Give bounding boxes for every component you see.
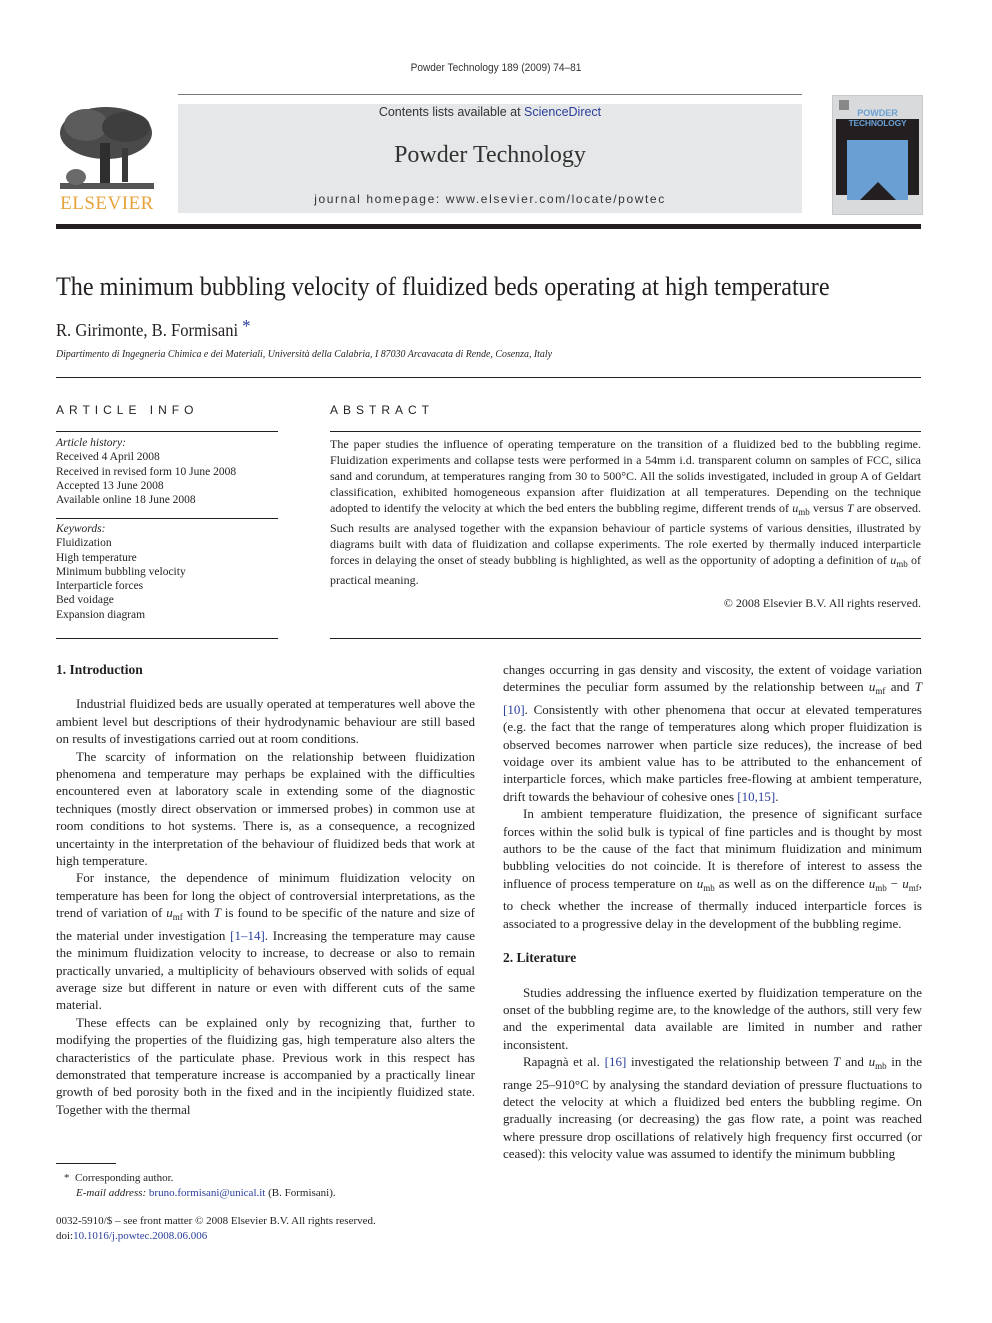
front-matter: 0032-5910/$ – see front matter © 2008 El… [56,1214,376,1244]
article-info-rule-mid [56,518,278,519]
history-revised: Received in revised form 10 June 2008 [56,465,237,478]
history-label: Article history: [56,437,126,449]
contents-line: Contents lists available at ScienceDirec… [178,105,802,119]
history-online: Available online 18 June 2008 [56,494,196,507]
doi-link[interactable]: 10.1016/j.powtec.2008.06.006 [73,1230,207,1242]
section-heading-introduction: 1. Introduction [56,662,143,677]
paragraph: changes occurring in gas density and vis… [503,662,922,804]
keyword: Minimum bubbling velocity [56,565,186,578]
email-link[interactable]: bruno.formisani@unical.it [149,1187,265,1199]
abstract-rule-top [330,431,921,432]
article-history: Article history: Received 4 April 2008 R… [56,436,278,507]
running-head: Powder Technology 189 (2009) 74–81 [410,62,582,74]
article-info-heading: ARTICLE INFO [56,403,199,417]
elsevier-logo[interactable]: ELSEVIER [56,103,158,215]
author-names: R. Girimonte, B. Formisani [56,320,239,340]
section-heading-literature: 2. Literature [503,950,577,966]
doi-label: doi: [56,1230,74,1242]
paper-title: The minimum bubbling velocity of fluidiz… [56,272,830,301]
authors: R. Girimonte, B. Formisani * [56,316,251,341]
footnote-mark: * [64,1172,70,1184]
paragraph: The scarcity of information on the relat… [56,748,475,869]
cover-title-line2: TECHNOLOGY [848,118,907,128]
journal-homepage[interactable]: journal homepage: www.elsevier.com/locat… [178,192,802,206]
corresponding-author-mark[interactable]: * [242,316,250,336]
abstract-rule-bottom [330,638,921,639]
paragraph: For instance, the dependence of minimum … [56,870,475,1013]
paragraph: Studies addressing the influence exerted… [503,984,922,1052]
abstract-copyright: © 2008 Elsevier B.V. All rights reserved… [723,596,921,610]
top-rule [178,94,802,95]
journal-title: Powder Technology [394,142,586,168]
citation-link[interactable]: [10,15] [737,789,775,804]
body-left-column: 1. Introduction Industrial fluidized bed… [56,661,475,1118]
article-info-rule-bottom [56,638,278,639]
journal-masthead: Contents lists available at ScienceDirec… [178,104,802,213]
abstract-text: The paper studies the influence of opera… [330,437,921,587]
affiliation: Dipartimento di Ingegneria Chimica e dei… [56,348,553,360]
affiliation-rule [56,377,921,378]
footnote-corresponding: Corresponding author. [75,1172,174,1184]
paragraph: These effects can be explained only by r… [56,1014,475,1117]
footnote-rule [56,1163,116,1164]
elsevier-tree-icon [60,107,154,189]
keywords-label: Keywords: [56,523,106,535]
header-rule [56,224,921,229]
article-info-rule-top [56,431,278,432]
paragraph: Industrial fluidized beds are usually op… [56,696,475,747]
body-right-column: changes occurring in gas density and vis… [503,661,922,1163]
keyword: High temperature [56,551,137,564]
footnote: * Corresponding author. E-mail address: … [64,1171,336,1201]
abstract-heading: ABSTRACT [330,403,435,417]
contents-prefix: Contents lists available at [378,105,525,119]
keyword: Fluidization [56,537,112,550]
citation-link[interactable]: [10] [503,702,525,717]
keyword: Bed voidage [56,594,114,607]
cover-triangle-icon [860,182,896,200]
email-owner: (B. Formisani). [268,1187,336,1199]
journal-cover-thumbnail[interactable]: POWDER TECHNOLOGY [832,95,923,215]
citation-link[interactable]: [16] [605,1054,627,1069]
history-received: Received 4 April 2008 [56,451,160,464]
keyword: Interparticle forces [56,580,144,593]
elsevier-wordmark: ELSEVIER [60,193,154,214]
citation-link[interactable]: [1–14] [230,928,265,943]
cover-title-line1: POWDER [857,108,898,118]
paragraph: Rapagnà et al. [16] investigated the rel… [503,1054,922,1162]
history-accepted: Accepted 13 June 2008 [56,479,164,492]
email-label: E-mail address: [76,1187,147,1199]
issn-line: 0032-5910/$ – see front matter © 2008 El… [56,1215,376,1227]
sciencedirect-link[interactable]: ScienceDirect [524,105,601,119]
keyword: Expansion diagram [56,608,146,621]
keywords: Keywords: Fluidization High temperature … [56,522,278,622]
paragraph: In ambient temperature fluidization, the… [503,806,922,931]
